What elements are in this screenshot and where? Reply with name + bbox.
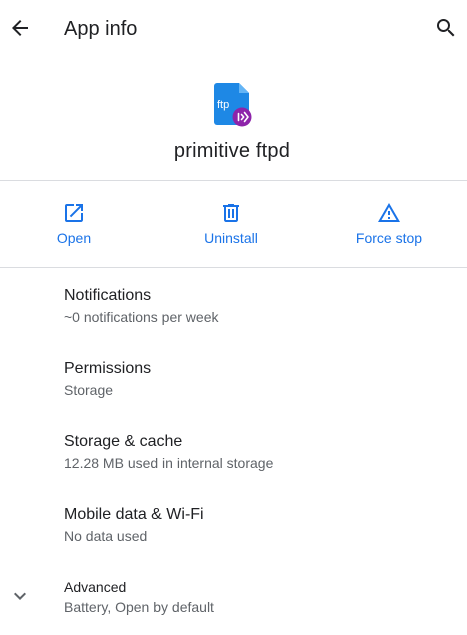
list-item-permissions[interactable]: Permissions Storage xyxy=(0,359,467,432)
list-item-title: Storage & cache xyxy=(64,433,183,450)
top-app-bar: App info xyxy=(0,0,467,56)
app-icon: ftp xyxy=(213,82,253,128)
app-icon-text: ftp xyxy=(217,99,229,111)
list-item-subtitle: Battery, Open by default xyxy=(64,599,214,615)
trash-icon xyxy=(219,201,243,225)
search-icon[interactable] xyxy=(434,16,458,40)
list-item-title: Permissions xyxy=(64,360,152,377)
force-stop-button[interactable]: Force stop xyxy=(344,181,434,267)
action-bar: Open Uninstall Force stop xyxy=(0,181,467,267)
arrow-back-icon[interactable] xyxy=(8,16,32,40)
list-item-mobile-data[interactable]: Mobile data & Wi-Fi No data used xyxy=(0,505,467,578)
open-label: Open xyxy=(56,230,92,246)
list-item-subtitle: Storage xyxy=(64,382,114,398)
uninstall-label: Uninstall xyxy=(204,230,258,246)
app-info-screen: App info ftp primitive ftpd Open Uninsta… xyxy=(0,0,467,635)
list-item-notifications[interactable]: Notifications ~0 notifications per week xyxy=(0,286,467,359)
list-item-title: Notifications xyxy=(64,287,152,304)
uninstall-button[interactable]: Uninstall xyxy=(191,181,271,267)
list-item-subtitle: No data used xyxy=(64,528,148,544)
force-stop-label: Force stop xyxy=(355,230,423,246)
warning-icon xyxy=(377,201,401,225)
chevron-down-icon xyxy=(8,584,32,608)
page-title: App info xyxy=(64,18,138,40)
list-item-title: Advanced xyxy=(64,579,127,595)
app-name: primitive ftpd xyxy=(173,140,291,162)
list-item-advanced[interactable]: Advanced Battery, Open by default xyxy=(0,578,467,635)
open-button[interactable]: Open xyxy=(34,181,114,267)
list-item-storage[interactable]: Storage & cache 12.28 MB used in interna… xyxy=(0,432,467,505)
open-in-new-icon xyxy=(62,201,86,225)
list-item-subtitle: 12.28 MB used in internal storage xyxy=(64,455,274,471)
list-item-subtitle: ~0 notifications per week xyxy=(64,309,219,325)
divider xyxy=(0,267,467,268)
list-item-title: Mobile data & Wi-Fi xyxy=(64,506,204,523)
